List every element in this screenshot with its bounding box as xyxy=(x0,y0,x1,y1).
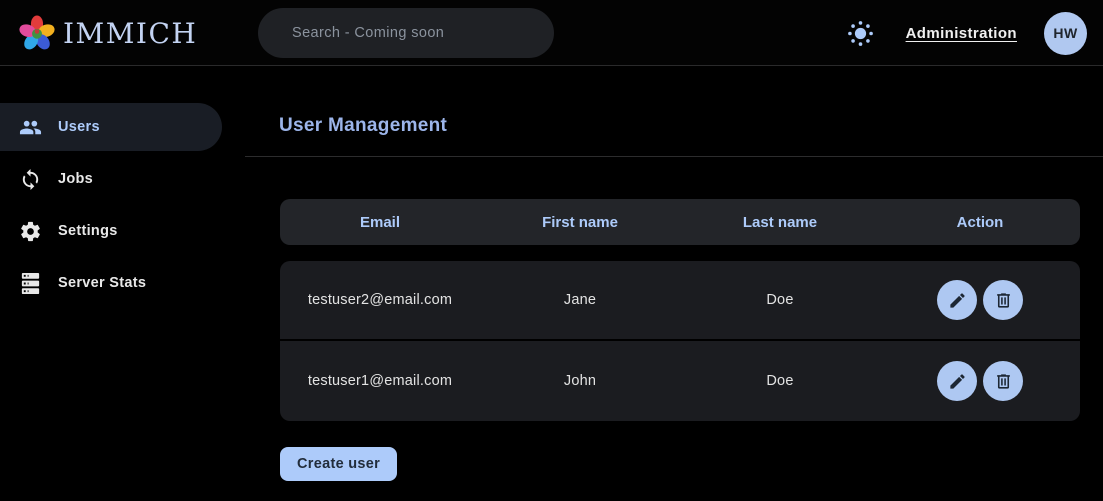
column-header-first-name: First name xyxy=(480,214,680,231)
sidebar-item-label: Jobs xyxy=(58,171,93,187)
search-input[interactable] xyxy=(258,8,554,58)
avatar[interactable]: HW xyxy=(1044,12,1087,55)
table-row: testuser1@email.com John Doe xyxy=(280,341,1080,421)
sidebar-item-settings[interactable]: Settings xyxy=(0,207,222,255)
sidebar-item-label: Settings xyxy=(58,223,118,239)
user-table: Email First name Last name Action testus… xyxy=(280,199,1080,421)
user-email: testuser1@email.com xyxy=(280,373,480,389)
immich-flower-logo-icon xyxy=(18,14,56,52)
admin-sidebar: Users Jobs Settings Server Stats xyxy=(0,66,245,500)
administration-link[interactable]: Administration xyxy=(906,25,1017,42)
pencil-icon xyxy=(948,291,967,310)
trash-icon xyxy=(994,372,1013,391)
column-header-action: Action xyxy=(880,214,1080,231)
delete-user-button[interactable] xyxy=(983,280,1023,320)
main-content: User Management Email First name Last na… xyxy=(245,66,1103,500)
title-divider xyxy=(245,156,1103,157)
delete-user-button[interactable] xyxy=(983,361,1023,401)
user-first-name: John xyxy=(480,373,680,389)
create-user-button[interactable]: Create user xyxy=(280,447,397,481)
sidebar-item-label: Users xyxy=(58,119,100,135)
table-row: testuser2@email.com Jane Doe xyxy=(280,261,1080,341)
sidebar-item-label: Server Stats xyxy=(58,275,146,291)
gear-icon xyxy=(19,220,58,243)
sidebar-item-users[interactable]: Users xyxy=(0,103,222,151)
server-icon xyxy=(19,272,58,295)
row-actions xyxy=(880,361,1080,401)
sun-icon xyxy=(847,20,874,47)
users-icon xyxy=(19,116,58,139)
user-first-name: Jane xyxy=(480,292,680,308)
sidebar-item-server-stats[interactable]: Server Stats xyxy=(0,259,222,307)
header-right-cluster: Administration HW xyxy=(846,0,1087,66)
user-last-name: Doe xyxy=(680,292,880,308)
brand-name: IMMICH xyxy=(63,17,197,50)
row-actions xyxy=(880,280,1080,320)
column-header-last-name: Last name xyxy=(680,214,880,231)
user-email: testuser2@email.com xyxy=(280,292,480,308)
page-title: User Management xyxy=(279,115,1103,137)
table-body: testuser2@email.com Jane Doe xyxy=(280,261,1080,421)
sync-icon xyxy=(19,168,58,191)
table-header-row: Email First name Last name Action xyxy=(280,199,1080,245)
trash-icon xyxy=(994,291,1013,310)
edit-user-button[interactable] xyxy=(937,361,977,401)
edit-user-button[interactable] xyxy=(937,280,977,320)
user-last-name: Doe xyxy=(680,373,880,389)
pencil-icon xyxy=(948,372,967,391)
immich-logo[interactable]: IMMICH xyxy=(18,0,197,66)
theme-toggle-button[interactable] xyxy=(846,18,876,48)
top-bar: IMMICH Administration HW xyxy=(0,0,1103,66)
column-header-email: Email xyxy=(280,214,480,231)
sidebar-item-jobs[interactable]: Jobs xyxy=(0,155,222,203)
